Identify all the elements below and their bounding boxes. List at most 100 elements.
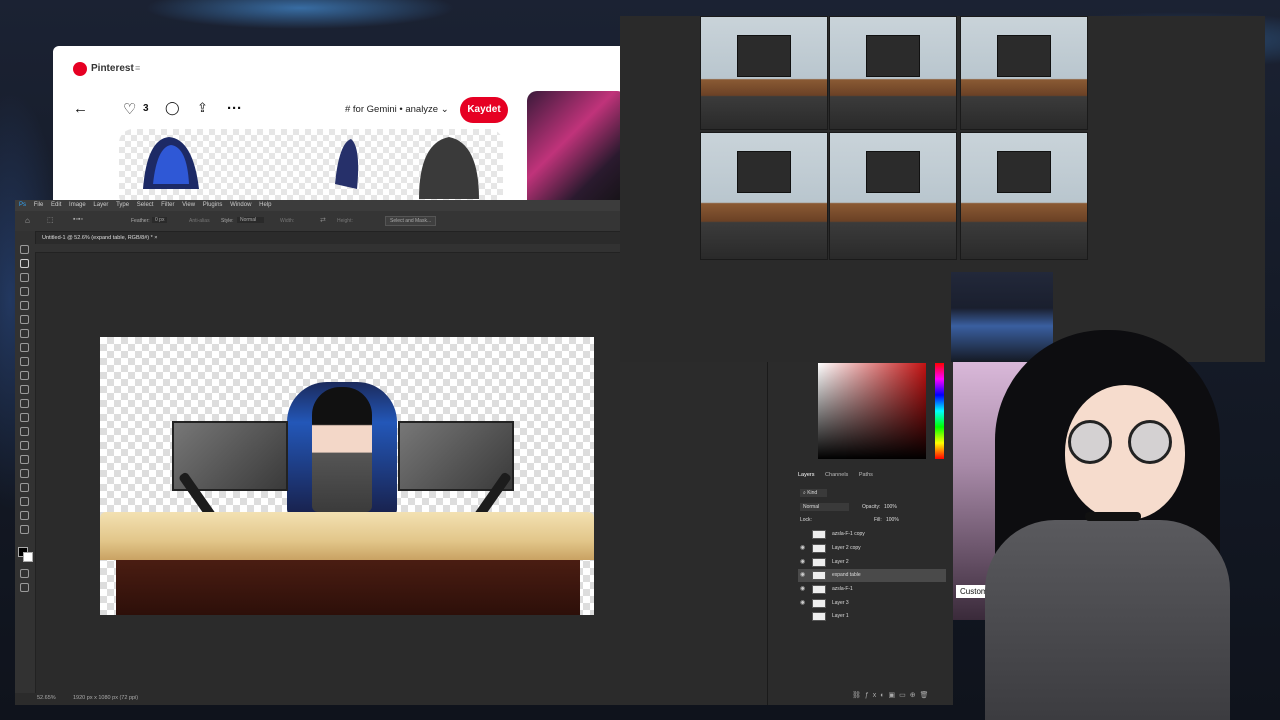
background-color-swatch[interactable] <box>23 552 33 562</box>
frame-tool-icon[interactable] <box>20 315 29 324</box>
menu-plugins[interactable]: Plugins <box>203 200 223 211</box>
marquee-tool-icon[interactable]: ⬚ <box>47 216 54 224</box>
layer-name: Layer 3 <box>832 600 849 606</box>
tab-paths[interactable]: Paths <box>859 472 873 478</box>
eye-icon[interactable]: ◉ <box>800 542 805 555</box>
heart-icon[interactable]: ♡ <box>123 100 136 118</box>
monitor-thumbnail <box>866 35 920 77</box>
color-picker-field[interactable] <box>818 363 926 459</box>
layer-actions-icons[interactable]: ⛓ƒx◐▣▭⊕🗑 <box>852 691 933 699</box>
opacity-input[interactable]: 100% <box>884 504 897 510</box>
ps-toolbar <box>15 231 36 705</box>
eye-icon[interactable]: ◉ <box>800 597 805 610</box>
close-tab-icon[interactable]: × <box>154 235 157 241</box>
stamp-tool-icon[interactable] <box>20 371 29 380</box>
hue-slider[interactable] <box>935 363 944 459</box>
marquee-tool-icon[interactable] <box>20 259 29 268</box>
board-selector[interactable]: # for Gemini • analyze ⌄ <box>345 104 449 115</box>
comment-icon[interactable]: ◯ <box>165 100 180 116</box>
crop-tool-icon[interactable] <box>20 301 29 310</box>
share-icon[interactable]: ⇪ <box>197 100 208 116</box>
reference-desk-image[interactable] <box>829 132 957 260</box>
type-tool-icon[interactable] <box>20 469 29 478</box>
reference-desk-image[interactable] <box>700 132 828 260</box>
style-select[interactable]: Normal <box>237 217 265 223</box>
menu-file[interactable]: File <box>34 200 44 211</box>
history-brush-icon[interactable] <box>20 385 29 394</box>
pin-image-chairs[interactable] <box>119 129 503 206</box>
reference-desk-image[interactable] <box>960 16 1088 130</box>
selection-mode-icons[interactable]: ▪▫▪▫ <box>73 216 83 223</box>
pen-tool-icon[interactable] <box>20 455 29 464</box>
layer-thumbnail <box>812 544 826 553</box>
zoom-level[interactable]: 52.65% <box>37 695 56 701</box>
kind-filter[interactable]: ⌕ Kind <box>800 489 828 497</box>
layer-row[interactable]: ◉ Layer 2 copy <box>798 542 946 555</box>
blur-tool-icon[interactable] <box>20 427 29 436</box>
lasso-tool-icon[interactable] <box>20 273 29 282</box>
reference-desk-image[interactable] <box>960 132 1088 260</box>
antialias-checkbox[interactable]: Anti-alias <box>189 218 210 224</box>
layer-row[interactable]: azsla-F-1 copy <box>798 528 946 541</box>
menu-filter[interactable]: Filter <box>161 200 174 211</box>
eye-icon[interactable]: ◉ <box>800 569 805 582</box>
document-tab[interactable]: Untitled-1 @ 52.6% (expand table, RGB/8#… <box>38 233 162 243</box>
menu-type[interactable]: Type <box>116 200 129 211</box>
like-count: 3 <box>143 103 149 114</box>
shape-tool-icon[interactable] <box>20 497 29 506</box>
back-arrow-icon[interactable]: ← <box>73 100 88 117</box>
document-canvas[interactable] <box>100 337 594 615</box>
zoom-tool-icon[interactable] <box>20 525 29 534</box>
pin-image-neon-room[interactable] <box>527 91 620 206</box>
healing-brush-icon[interactable] <box>20 343 29 352</box>
menu-view[interactable]: View <box>182 200 195 211</box>
lock-label: Lock: <box>800 517 812 523</box>
tab-channels[interactable]: Channels <box>825 472 848 478</box>
quick-mask-icon[interactable] <box>20 569 29 578</box>
menu-help[interactable]: Help <box>259 200 271 211</box>
menu-layer[interactable]: Layer <box>93 200 108 211</box>
menu-select[interactable]: Select <box>137 200 154 211</box>
gradient-tool-icon[interactable] <box>20 413 29 422</box>
layer-row[interactable]: Layer 1 <box>798 610 946 623</box>
more-options-icon[interactable]: ··· <box>227 100 242 117</box>
swap-icon[interactable]: ⇄ <box>320 216 326 224</box>
blend-mode-select[interactable]: Normal <box>800 503 850 511</box>
layer-thumbnail <box>812 571 826 580</box>
monitor-thumbnail <box>737 151 791 193</box>
save-button[interactable]: Kaydet <box>460 97 508 123</box>
menu-window[interactable]: Window <box>230 200 251 211</box>
layer-row[interactable]: ◉ azsla-F-1 <box>798 583 946 596</box>
layer-row-selected[interactable]: ◉ expand table <box>798 569 946 582</box>
feather-input[interactable]: 0 px <box>152 217 168 223</box>
brush-tool-icon[interactable] <box>20 357 29 366</box>
tab-menu-icon[interactable]: ≡ <box>135 63 140 73</box>
menu-edit[interactable]: Edit <box>51 200 61 211</box>
path-select-icon[interactable] <box>20 483 29 492</box>
screen-mode-icon[interactable] <box>20 583 29 592</box>
search-icon: ⌕ <box>803 490 806 496</box>
tab-layers[interactable]: Layers <box>798 472 815 478</box>
layer-name: Layer 1 <box>832 613 849 619</box>
reference-desk-image[interactable] <box>829 16 957 130</box>
move-tool-icon[interactable] <box>20 245 29 254</box>
magic-wand-icon[interactable] <box>20 287 29 296</box>
layer-thumbnail <box>812 530 826 539</box>
reference-desk-image[interactable] <box>700 16 828 130</box>
layer-row[interactable]: ◉ Layer 2 <box>798 556 946 569</box>
home-icon[interactable]: ⌂ <box>25 216 30 225</box>
eye-icon[interactable]: ◉ <box>800 556 805 569</box>
hand-tool-icon[interactable] <box>20 511 29 520</box>
eye-icon[interactable]: ◉ <box>800 583 805 596</box>
chair-reference-thumbnail[interactable] <box>951 272 1053 362</box>
eraser-tool-icon[interactable] <box>20 399 29 408</box>
layer-thumbnail <box>812 599 826 608</box>
eyedropper-icon[interactable] <box>20 329 29 338</box>
menu-image[interactable]: Image <box>69 200 86 211</box>
select-and-mask-button[interactable]: Select and Mask... <box>385 216 437 226</box>
layer-row[interactable]: ◉ Layer 3 <box>798 597 946 610</box>
anime-girl-figure <box>312 387 372 512</box>
dodge-tool-icon[interactable] <box>20 441 29 450</box>
document-size: 1920 px x 1080 px (72 ppi) <box>73 695 139 701</box>
fill-input[interactable]: 100% <box>886 517 899 523</box>
